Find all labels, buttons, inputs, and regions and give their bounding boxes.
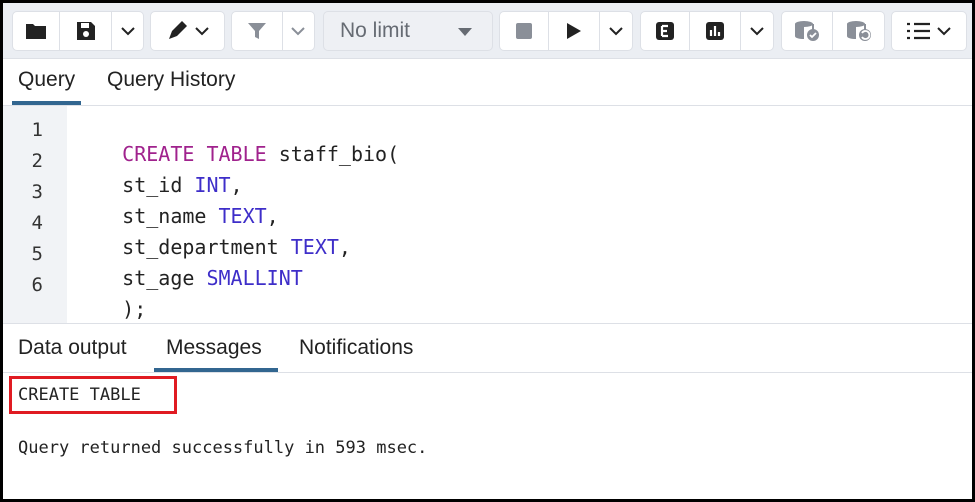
chevron-down-icon bbox=[291, 26, 306, 35]
tab-notifications-label: Notifications bbox=[299, 336, 414, 359]
line-number: 2 bbox=[31, 150, 43, 172]
tab-messages-label: Messages bbox=[166, 336, 262, 359]
rollback-button[interactable] bbox=[833, 12, 884, 50]
line-number-gutter: 1 2 3 4 5 6 bbox=[3, 106, 67, 323]
line-number: 1 bbox=[31, 119, 43, 141]
save-icon bbox=[76, 22, 95, 40]
line-number: 5 bbox=[31, 243, 43, 265]
sql-editor[interactable]: 1 2 3 4 5 6 CREATE TABLE staff_bio( st_i… bbox=[3, 106, 972, 323]
explain-options-dropdown[interactable] bbox=[741, 12, 773, 50]
code-token: staff_bio( bbox=[266, 142, 400, 166]
tab-query-history[interactable]: Query History bbox=[107, 68, 235, 92]
file-button-group bbox=[12, 11, 144, 51]
execute-button[interactable] bbox=[549, 12, 601, 50]
tab-query-label: Query bbox=[18, 68, 76, 91]
macros-menu-button[interactable] bbox=[892, 12, 966, 50]
rollback-icon bbox=[846, 21, 871, 41]
filter-button[interactable] bbox=[232, 12, 283, 50]
explain-button-group bbox=[640, 11, 774, 51]
code-token: , bbox=[338, 235, 351, 259]
message-result-line: CREATE TABLE bbox=[18, 385, 141, 405]
macros-button-group bbox=[891, 11, 967, 51]
commit-button[interactable] bbox=[782, 12, 834, 50]
tab-query[interactable]: Query bbox=[11, 68, 82, 105]
pen-icon bbox=[168, 21, 209, 39]
messages-panel: CREATE TABLE Query returned successfully… bbox=[3, 372, 972, 499]
tab-data-output[interactable]: Data output bbox=[18, 336, 127, 360]
stop-button[interactable] bbox=[500, 12, 550, 50]
analyze-icon bbox=[706, 22, 725, 40]
commit-icon bbox=[795, 21, 819, 41]
tab-notifications[interactable]: Notifications bbox=[299, 336, 413, 360]
execute-button-group bbox=[499, 11, 633, 51]
filter-options-dropdown[interactable] bbox=[283, 12, 314, 50]
row-limit-select[interactable]: No limit bbox=[323, 11, 493, 51]
save-options-dropdown[interactable] bbox=[112, 12, 143, 50]
chevron-down-icon bbox=[120, 26, 135, 35]
save-button[interactable] bbox=[60, 12, 112, 50]
tab-data-output-label: Data output bbox=[18, 336, 127, 359]
query-toolbar: No limit bbox=[3, 3, 972, 59]
folder-icon bbox=[26, 24, 46, 39]
message-status-line: Query returned successfully in 593 msec. bbox=[18, 438, 428, 458]
line-number: 4 bbox=[31, 212, 43, 234]
line-number: 6 bbox=[31, 274, 43, 296]
tab-messages[interactable]: Messages bbox=[154, 336, 278, 372]
edit-menu-button[interactable] bbox=[151, 12, 224, 50]
explain-button[interactable] bbox=[641, 12, 691, 50]
play-icon bbox=[567, 23, 582, 39]
explain-analyze-button[interactable] bbox=[690, 12, 742, 50]
row-limit-value: No limit bbox=[340, 19, 411, 42]
explain-icon bbox=[656, 22, 675, 40]
filter-button-group bbox=[231, 11, 315, 51]
open-file-button[interactable] bbox=[13, 12, 60, 50]
output-tabs-bar: Data output Messages Notifications bbox=[3, 323, 972, 373]
transaction-button-group bbox=[781, 11, 885, 51]
execute-options-dropdown[interactable] bbox=[600, 12, 632, 50]
tab-query-history-label: Query History bbox=[107, 68, 236, 91]
edit-button-group bbox=[150, 11, 225, 51]
filter-icon bbox=[247, 23, 266, 39]
stop-icon bbox=[516, 23, 533, 39]
code-token: SMALLINT bbox=[206, 266, 303, 290]
query-tabs-bar: Query Query History bbox=[3, 58, 972, 106]
code-token: ); bbox=[122, 297, 147, 321]
macros-icon bbox=[907, 22, 951, 40]
line-number: 3 bbox=[31, 181, 43, 203]
caret-down-icon bbox=[458, 28, 472, 36]
chevron-down-icon bbox=[609, 26, 623, 35]
chevron-down-icon bbox=[750, 26, 764, 35]
